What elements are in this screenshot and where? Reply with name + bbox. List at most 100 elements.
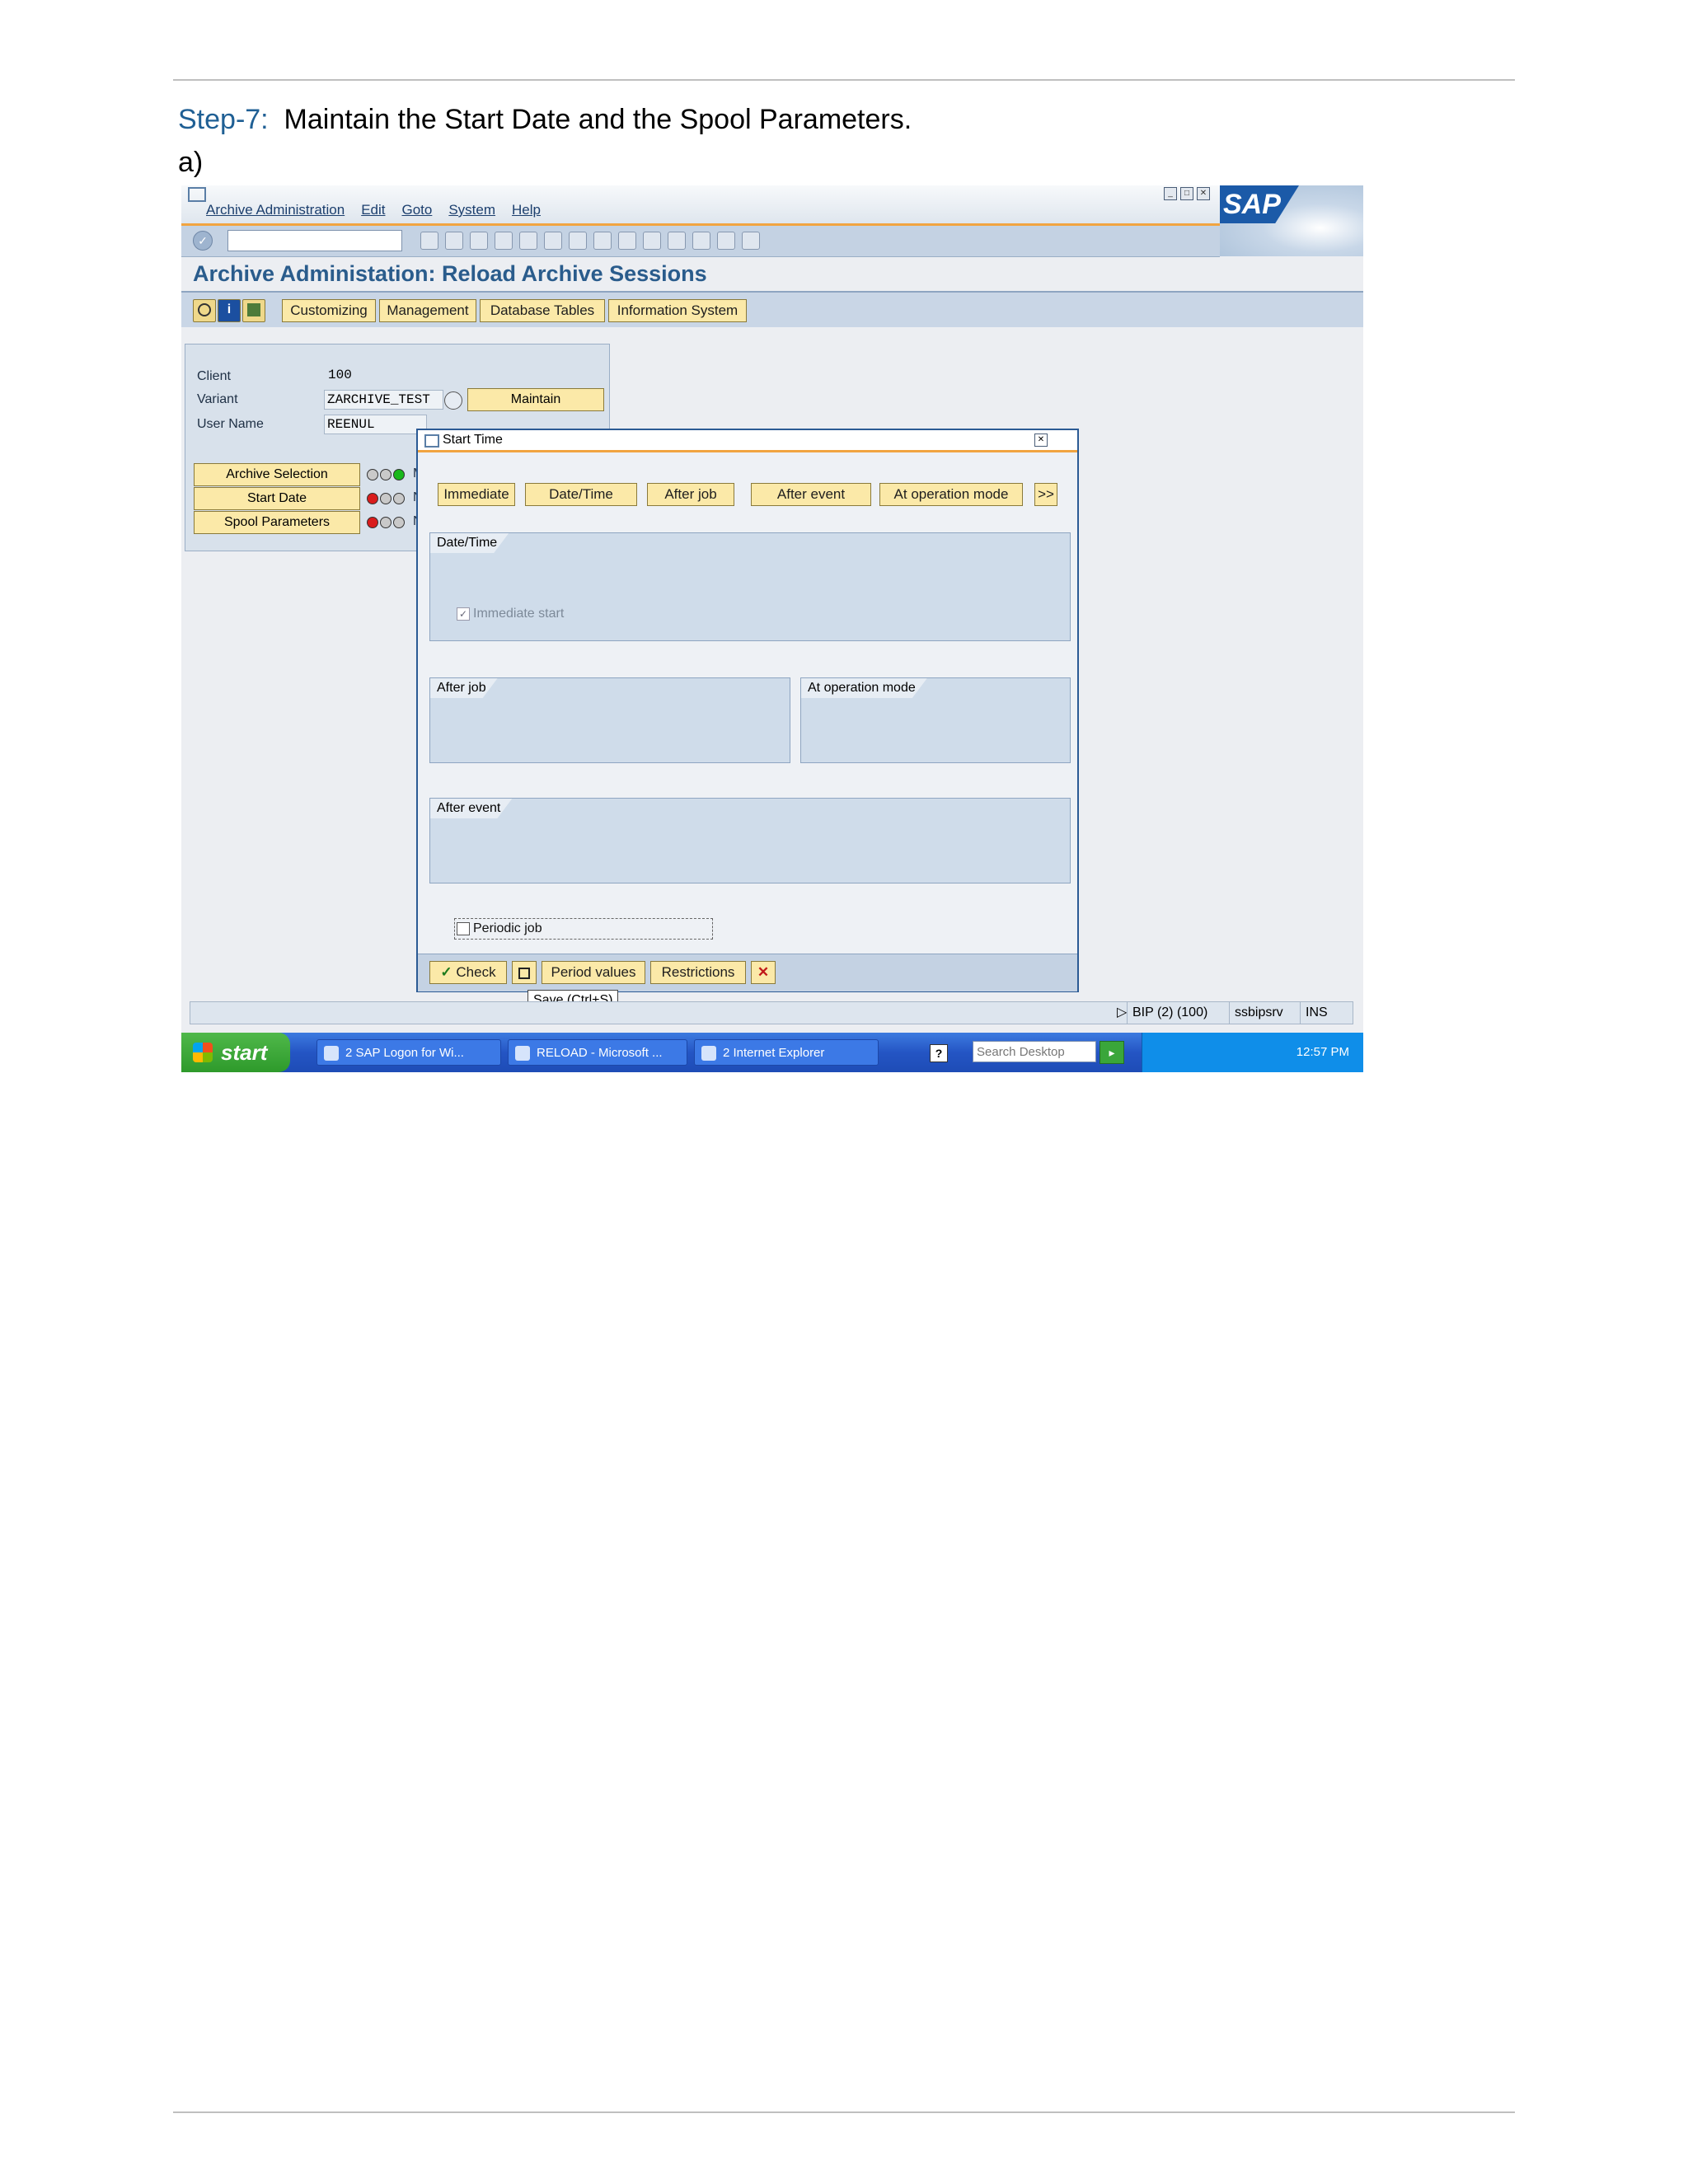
maximize-icon[interactable]: □	[1180, 187, 1193, 200]
shortcut-icon[interactable]	[717, 232, 735, 250]
taskbar-sap-logon[interactable]: 2 SAP Logon for Wi...	[316, 1039, 501, 1066]
window-menu-icon[interactable]	[188, 187, 206, 202]
variant-refresh-icon[interactable]	[444, 391, 462, 410]
sap-logo-mark: SAP	[1220, 185, 1299, 223]
save-disk-icon	[518, 967, 530, 979]
execute-clock-icon[interactable]	[193, 299, 216, 322]
step-label: Step-7:	[178, 104, 269, 135]
taskbar-internet-explorer[interactable]: 2 Internet Explorer	[694, 1039, 879, 1066]
period-values-button[interactable]: Period values	[542, 961, 645, 984]
windows-flag-icon	[193, 1043, 213, 1062]
status-arrow-icon[interactable]: ▷	[1112, 1002, 1127, 1024]
back-icon[interactable]	[445, 232, 463, 250]
after-job-button[interactable]: After job	[647, 483, 734, 506]
menu-goto[interactable]: Goto	[401, 202, 432, 218]
taskbar-sap-logon-label: 2 SAP Logon for Wi...	[345, 1046, 464, 1060]
archive-selection-button[interactable]: Archive Selection	[194, 463, 360, 486]
page-bottom-rule	[173, 2111, 1515, 2113]
find-icon[interactable]	[544, 232, 562, 250]
at-operation-mode-group-caption: At operation mode	[801, 678, 927, 698]
immediate-start-label: Immediate start	[473, 607, 565, 621]
periodic-job-focus-frame: Periodic job	[454, 918, 713, 940]
after-event-group-caption: After event	[430, 799, 512, 818]
close-icon[interactable]: ✕	[1197, 187, 1210, 200]
management-button[interactable]: Management	[379, 299, 476, 322]
variant-value[interactable]: ZARCHIVE_TEST	[324, 390, 443, 410]
find-next-icon[interactable]	[569, 232, 587, 250]
taskbar-reload-word-label: RELOAD - Microsoft ...	[537, 1046, 663, 1060]
previous-page-icon[interactable]	[618, 232, 636, 250]
menu-system[interactable]: System	[448, 202, 495, 218]
help-icon[interactable]	[742, 232, 760, 250]
taskbar-clock: 12:57 PM	[1296, 1045, 1349, 1059]
immediate-start-checkbox[interactable]: ✓	[457, 607, 470, 621]
menu-items: Archive Administration Edit Goto System …	[206, 202, 541, 218]
next-page-icon[interactable]	[643, 232, 661, 250]
information-system-button[interactable]: Information System	[608, 299, 747, 322]
archive-selection-status-lights	[367, 469, 405, 480]
save-icon[interactable]	[420, 232, 438, 250]
after-job-group: After job	[429, 677, 790, 763]
menu-archive-administration[interactable]: Archive Administration	[206, 202, 345, 218]
step-text: Maintain the Start Date and the Spool Pa…	[284, 104, 912, 135]
cancel-icon[interactable]	[495, 232, 513, 250]
variant-label: Variant	[197, 392, 238, 406]
archive-selection-label: Archive Selection	[226, 467, 328, 481]
new-session-icon[interactable]	[692, 232, 710, 250]
start-button[interactable]: start	[181, 1033, 290, 1072]
job-overview-icon[interactable]	[242, 299, 265, 322]
periodic-job-label: Periodic job	[473, 921, 542, 935]
sap-screenshot: Archive Administration Edit Goto System …	[181, 185, 1363, 1072]
client-value: 100	[328, 368, 352, 382]
search-go-icon[interactable]: ▸	[1100, 1041, 1124, 1064]
at-operation-mode-button[interactable]: At operation mode	[879, 483, 1023, 506]
enter-check-icon[interactable]: ✓	[193, 231, 213, 251]
internet-explorer-icon	[701, 1046, 716, 1061]
restrictions-button[interactable]: Restrictions	[650, 961, 746, 984]
sap-logon-icon	[324, 1046, 339, 1061]
after-event-group: After event	[429, 798, 1071, 883]
sap-logo: SAP	[1220, 185, 1363, 256]
standard-toolbar: ✓	[181, 226, 1220, 257]
command-field[interactable]	[227, 230, 402, 251]
step-heading: Step-7: Maintain the Start Date and the …	[178, 104, 912, 136]
cancel-x-icon[interactable]: ✕	[751, 961, 776, 984]
maintain-label: Maintain	[510, 392, 561, 406]
first-page-icon[interactable]	[593, 232, 612, 250]
status-mode: INS	[1300, 1002, 1328, 1024]
last-page-icon[interactable]	[668, 232, 686, 250]
minimize-icon[interactable]: _	[1164, 187, 1177, 200]
periodic-job-checkbox[interactable]	[457, 922, 470, 935]
spool-parameters-button[interactable]: Spool Parameters	[194, 511, 360, 534]
maintain-button[interactable]: Maintain	[467, 388, 604, 411]
dialog-window-icon	[424, 434, 439, 448]
database-tables-button[interactable]: Database Tables	[480, 299, 605, 322]
more-options-button[interactable]: >>	[1034, 483, 1057, 506]
immediate-button[interactable]: Immediate	[438, 483, 515, 506]
date-time-button[interactable]: Date/Time	[525, 483, 637, 506]
menu-edit[interactable]: Edit	[361, 202, 385, 218]
print-icon[interactable]	[519, 232, 537, 250]
dialog-close-icon[interactable]: ✕	[1034, 434, 1048, 447]
start-date-button[interactable]: Start Date	[194, 487, 360, 510]
customizing-button[interactable]: Customizing	[282, 299, 376, 322]
status-system: BIP (2) (100)	[1127, 1002, 1207, 1024]
check-icon: ✓	[440, 964, 452, 980]
client-label: Client	[197, 369, 231, 383]
after-event-button[interactable]: After event	[751, 483, 871, 506]
date-time-group-caption: Date/Time	[430, 533, 509, 553]
menu-help[interactable]: Help	[512, 202, 541, 218]
spool-parameters-label: Spool Parameters	[223, 515, 331, 529]
exit-icon[interactable]	[470, 232, 488, 250]
taskbar-internet-explorer-label: 2 Internet Explorer	[723, 1046, 825, 1060]
taskbar-reload-word[interactable]: RELOAD - Microsoft ...	[508, 1039, 687, 1066]
at-operation-mode-group: At operation mode	[800, 677, 1071, 763]
search-desktop-input[interactable]: Search Desktop	[973, 1041, 1096, 1062]
application-toolbar: i Customizing Management Database Tables…	[181, 293, 1363, 327]
dialog-footer: ✓ Check Period values Restrictions ✕	[418, 954, 1077, 991]
help-question-icon[interactable]: ?	[930, 1044, 948, 1062]
check-button[interactable]: ✓ Check	[429, 961, 507, 984]
save-button[interactable]	[512, 961, 537, 984]
info-icon[interactable]: i	[218, 299, 241, 322]
start-date-status-lights	[367, 493, 405, 504]
